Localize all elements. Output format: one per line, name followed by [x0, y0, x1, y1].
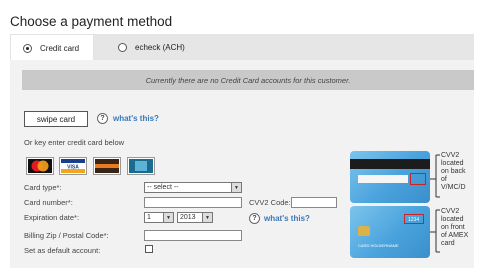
visa-icon: VISA — [59, 157, 87, 175]
zip-input[interactable] — [144, 230, 242, 241]
discover-icon — [93, 157, 121, 175]
cvv-input[interactable] — [291, 197, 337, 208]
front-card-holder: CARD HOLDERNAME — [358, 243, 399, 248]
exp-month-value: 1 — [147, 214, 151, 221]
key-enter-text: Or key enter credit card below — [24, 138, 125, 147]
cvv-label: CVV2 Code: — [249, 198, 291, 207]
cvv-back-note: CVV2 located on back of V/MC/D — [441, 152, 466, 191]
credit-card-radio[interactable] — [23, 43, 32, 53]
card-front-image: 1234 CARD HOLDERNAME — [350, 206, 430, 258]
tab-echeck-label: echeck (ACH) — [135, 42, 185, 52]
exp-month-select[interactable]: 1 ▼ — [144, 212, 174, 223]
card-back-image — [350, 151, 430, 203]
card-type-label: Card type*: — [24, 183, 62, 192]
zip-label: Billing Zip / Postal Code*: — [24, 231, 109, 240]
chevron-down-icon: ▼ — [231, 183, 241, 192]
default-account-label: Set as default account: — [24, 246, 101, 255]
help-icon[interactable]: ? — [249, 213, 260, 224]
card-type-value: -- select -- — [147, 184, 179, 191]
cvv-whats-this-link[interactable]: what's this? — [264, 214, 310, 223]
tab-echeck[interactable]: echeck (ACH) — [106, 34, 188, 60]
page-title: Choose a payment method — [10, 14, 173, 29]
chevron-down-icon: ▼ — [163, 213, 173, 222]
card-number-label: Card number*: — [24, 198, 73, 207]
cvv-front-bracket — [430, 209, 440, 253]
card-number-input[interactable] — [144, 197, 242, 208]
mastercard-icon — [26, 157, 54, 175]
no-accounts-notice: Currently there are no Credit Card accou… — [22, 70, 474, 90]
swipe-card-button[interactable]: swipe card — [24, 111, 88, 127]
help-icon[interactable]: ? — [97, 113, 108, 124]
cvv-back-bracket — [430, 154, 440, 198]
exp-year-value: 2013 — [180, 214, 196, 221]
swipe-whats-this-link[interactable]: what's this? — [113, 114, 159, 123]
chevron-down-icon: ▼ — [202, 213, 212, 222]
amex-icon — [127, 157, 155, 175]
tab-credit-card-label: Credit card — [40, 43, 80, 53]
card-type-select[interactable]: -- select -- ▼ — [144, 182, 242, 193]
cvv-front-note: CVV2 located on front of AMEX card — [441, 208, 469, 247]
svg-text:VISA: VISA — [67, 165, 79, 171]
default-account-checkbox[interactable] — [145, 245, 153, 253]
echeck-radio[interactable] — [118, 42, 127, 52]
tab-credit-card[interactable]: Credit card — [10, 34, 94, 61]
payment-tabs: Credit card echeck (ACH) — [10, 34, 474, 61]
expiration-label: Expiration date*: — [24, 213, 80, 222]
exp-year-select[interactable]: 2013 ▼ — [177, 212, 213, 223]
